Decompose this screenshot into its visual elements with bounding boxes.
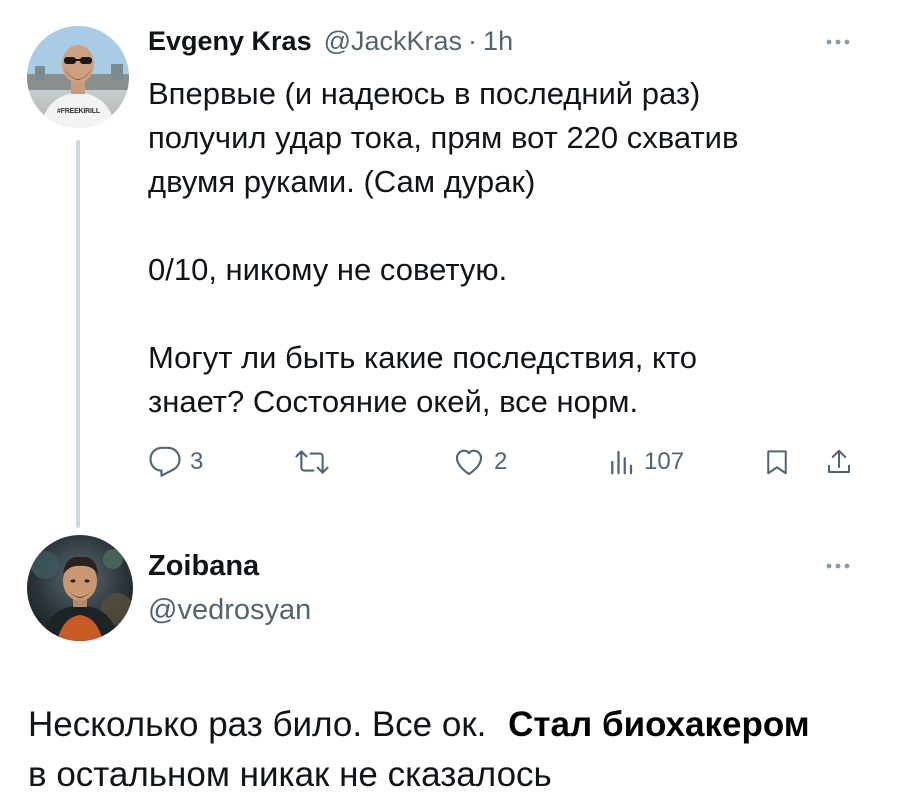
tweet-text-line: получил удар тока, прям вот 220 схватив xyxy=(148,120,739,155)
reply-author-avatar[interactable] xyxy=(27,535,133,641)
tweet-text-line: Впервые (и надеюсь в последний раз) xyxy=(148,76,701,111)
like-button[interactable]: 2 xyxy=(452,440,507,484)
like-icon xyxy=(455,449,483,476)
header-separator: · xyxy=(468,26,478,56)
reply-text-part: Несколько раз било. Все ок. xyxy=(28,705,487,744)
share-icon xyxy=(828,449,850,473)
thread-connector-line xyxy=(76,140,80,528)
bookmark-button[interactable] xyxy=(762,440,792,484)
like-count: 2 xyxy=(494,448,508,475)
tweet-action-bar: 3 2 107 xyxy=(148,440,868,484)
tweet-timestamp[interactable]: 1h xyxy=(483,26,513,57)
reply-icon xyxy=(149,446,181,477)
views-count: 107 xyxy=(644,448,685,475)
reply-text-line: в остальном никак не сказалось xyxy=(28,755,552,794)
avatar-illustration-icon xyxy=(31,549,133,641)
author-name[interactable]: Evgeny Kras xyxy=(148,26,312,57)
reply-more-options-button[interactable] xyxy=(818,554,858,578)
reply-count: 3 xyxy=(190,448,204,475)
reply-author-name[interactable]: Zoibana xyxy=(148,550,259,583)
avatar-shirt-text: #FREEKIRILL xyxy=(57,108,100,115)
bookmark-icon xyxy=(767,450,787,475)
more-icon xyxy=(826,563,850,569)
tweet-original: #FREEKIRILL Evgeny Kras @JackKras · 1h В… xyxy=(0,0,900,530)
more-options-button[interactable] xyxy=(818,30,858,54)
repost-button[interactable] xyxy=(294,440,338,484)
more-icon xyxy=(826,39,850,45)
share-button[interactable] xyxy=(824,440,854,484)
tweet-text-line: знает? Состояние окей, все норм. xyxy=(148,384,639,419)
views-button[interactable]: 107 xyxy=(606,440,684,484)
author-avatar[interactable]: #FREEKIRILL xyxy=(27,26,129,128)
tweet-body: Впервые (и надеюсь в последний раз) полу… xyxy=(148,72,848,424)
tweet-header: Evgeny Kras @JackKras · 1h xyxy=(148,26,513,66)
views-icon xyxy=(611,450,633,475)
reply-button[interactable]: 3 xyxy=(148,440,203,484)
repost-icon xyxy=(295,450,329,474)
tweet-text-line: двумя руками. (Сам дурак) xyxy=(148,164,536,199)
overlay-caption: Стал биохакером xyxy=(508,705,810,744)
reply-tweet-body: Несколько раз било. Все ок. Стал биохаке… xyxy=(28,700,888,800)
reply-text-line: Несколько раз било. Все ок. Стал биохаке… xyxy=(28,700,888,750)
tweet-text-line: Могут ли быть какие последствия, кто xyxy=(148,340,698,375)
author-handle[interactable]: @JackKras xyxy=(324,26,462,57)
reply-author-handle[interactable]: @vedrosyan xyxy=(148,594,311,627)
tweet-text-line: 0/10, никому не советую. xyxy=(148,252,508,287)
